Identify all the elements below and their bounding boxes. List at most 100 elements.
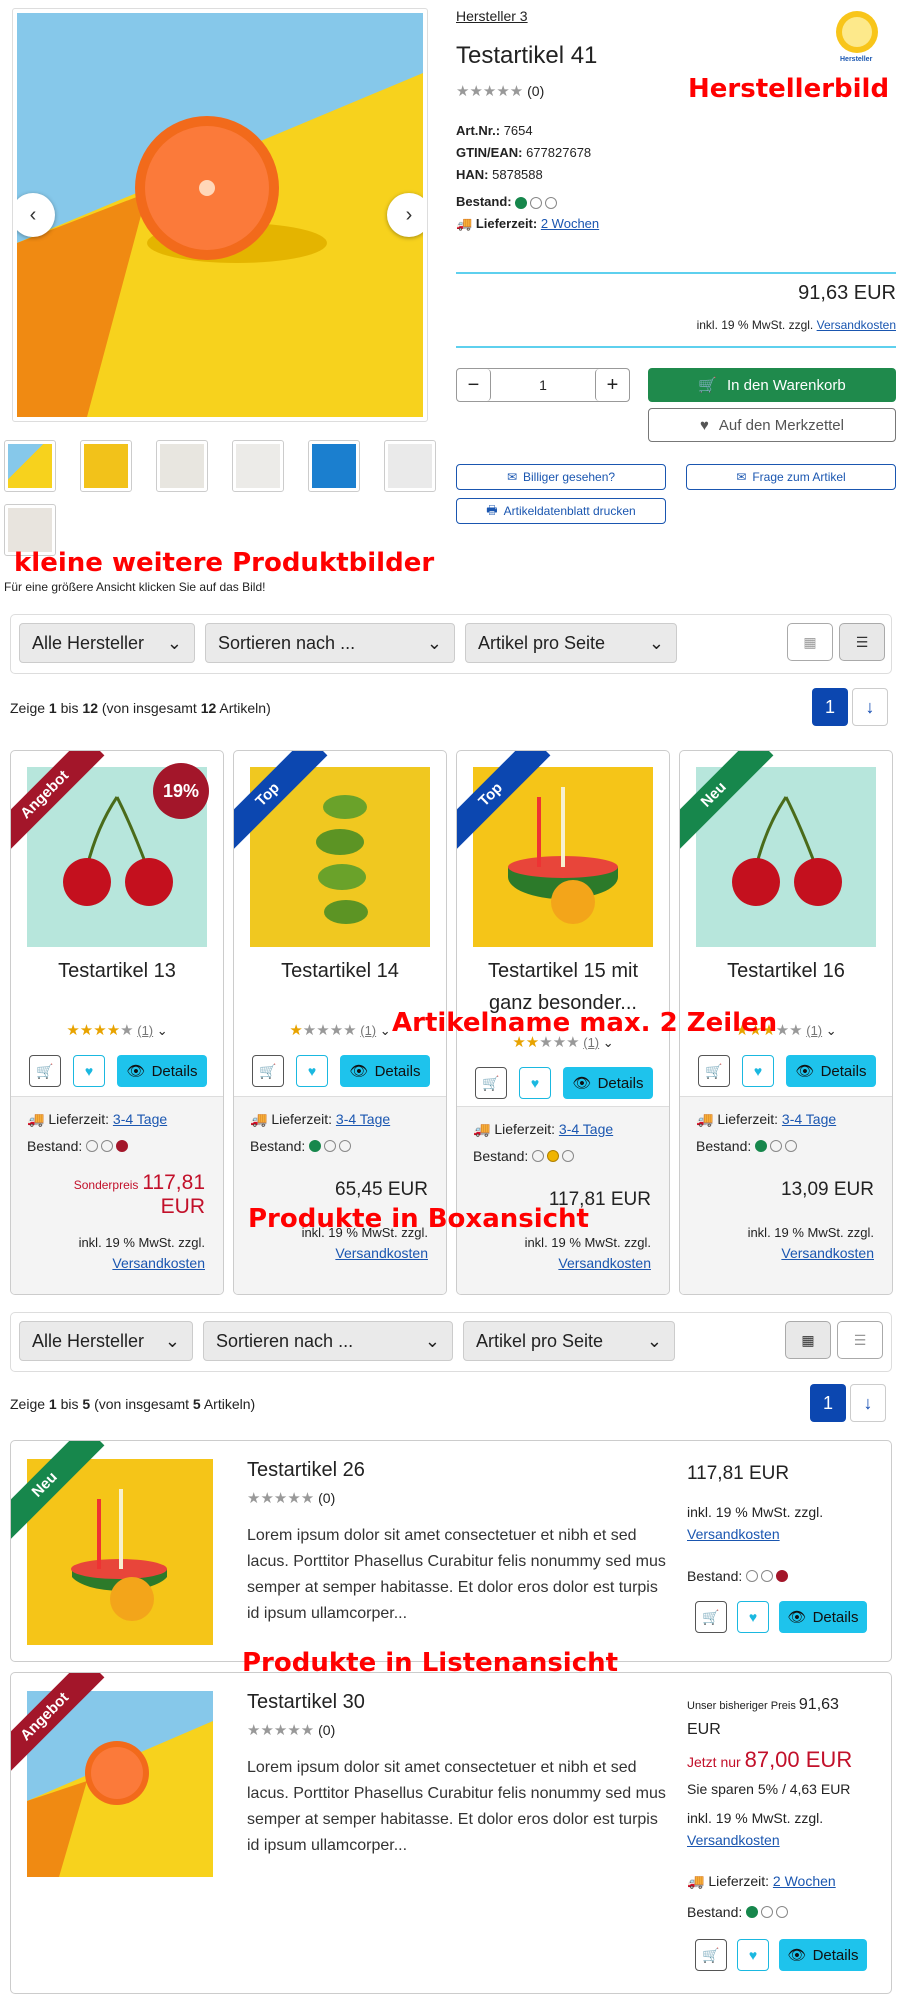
details-button[interactable]: 👁 Details xyxy=(779,1939,867,1971)
han: 5878588 xyxy=(492,167,543,182)
add-to-cart-button[interactable]: 🛒 xyxy=(475,1067,507,1099)
delivery-link[interactable]: 2 Wochen xyxy=(773,1873,836,1889)
chevron-down-icon[interactable]: ⌄ xyxy=(826,1023,837,1038)
delivery-link[interactable]: 2 Wochen xyxy=(541,216,599,231)
quantity-input[interactable]: 1 xyxy=(491,369,595,401)
details-button[interactable]: 👁 Details xyxy=(340,1055,430,1087)
delivery-link[interactable]: 3-4 Tage xyxy=(113,1111,167,1127)
truck-icon: 🚚 xyxy=(473,1121,491,1137)
rating-count[interactable]: (1) xyxy=(806,1023,822,1038)
product-name[interactable]: Testartikel 16 xyxy=(688,955,884,987)
thumbnail-6[interactable] xyxy=(384,440,436,492)
grid-view-button[interactable]: ▦ xyxy=(785,1321,831,1359)
thumbnail-2[interactable] xyxy=(80,440,132,492)
main-product-image[interactable]: ‹ › xyxy=(12,8,428,422)
wishlist-button[interactable]: ♥ xyxy=(73,1055,105,1087)
manufacturer-dropdown[interactable]: Alle Hersteller ⌄ xyxy=(19,1321,193,1361)
cheaper-seen-button[interactable]: ✉ Billiger gesehen? xyxy=(456,464,666,490)
wishlist-button[interactable]: ♥ xyxy=(519,1067,551,1099)
product-rating[interactable]: ★★★★★ (1) ⌄ xyxy=(11,1021,223,1039)
product-name[interactable]: Testartikel 14 xyxy=(242,955,438,987)
product-rating[interactable]: ★★★★★ (0) xyxy=(247,1489,335,1507)
annotation-name-lines: Artikelname max. 2 Zeilen xyxy=(392,1008,778,1038)
product-name[interactable]: Testartikel 30 xyxy=(247,1691,365,1714)
delivery-info: 🚚 Lieferzeit: 3-4 Tage xyxy=(250,1111,391,1127)
page-1-button[interactable]: 1 xyxy=(812,688,848,726)
page-1-button[interactable]: 1 xyxy=(810,1384,846,1422)
list-icon: ☰ xyxy=(853,1331,867,1348)
stock-indicator: Bestand: xyxy=(27,1137,131,1154)
delivery-link[interactable]: 3-4 Tage xyxy=(559,1121,613,1137)
increase-quantity-button[interactable]: + xyxy=(595,369,629,401)
shipping-link[interactable]: Versandkosten xyxy=(817,318,896,332)
sort-direction-button[interactable]: ↓ xyxy=(850,1384,886,1422)
product-name[interactable]: Testartikel 26 xyxy=(247,1459,365,1482)
gtin: 677827678 xyxy=(526,145,592,160)
shipping-link[interactable]: Versandkosten xyxy=(335,1245,428,1261)
shipping-link[interactable]: Versandkosten xyxy=(112,1255,205,1271)
thumbnail-4[interactable] xyxy=(232,440,284,492)
question-button[interactable]: ✉ Frage zum Artikel xyxy=(686,464,896,490)
add-to-cart-button[interactable]: 🛒 xyxy=(695,1601,727,1633)
thumbnail-1[interactable] xyxy=(4,440,56,492)
delivery-link[interactable]: 3-4 Tage xyxy=(782,1111,836,1127)
product-name[interactable]: Testartikel 13 xyxy=(19,955,215,987)
datasheet-print-button[interactable]: 🖶 Artikeldatenblatt drucken xyxy=(456,498,666,524)
product-title: Testartikel 41 xyxy=(456,42,598,69)
decrease-quantity-button[interactable]: − xyxy=(457,369,491,401)
delivery-link[interactable]: 3-4 Tage xyxy=(336,1111,390,1127)
sort-dropdown[interactable]: Sortieren nach ... ⌄ xyxy=(205,623,455,663)
product-meta: Art.Nr.: 7654 GTIN/EAN: 677827678 HAN: 5… xyxy=(456,123,592,182)
thumbnail-5[interactable] xyxy=(308,440,360,492)
details-button[interactable]: 👁 Details xyxy=(117,1055,207,1087)
cart-icon: 🛒 xyxy=(702,1946,720,1963)
manufacturer-dropdown[interactable]: Alle Hersteller ⌄ xyxy=(19,623,195,663)
product-rating[interactable]: ★★★★★ (0) xyxy=(247,1721,335,1739)
details-button[interactable]: 👁 Details xyxy=(563,1067,653,1099)
eye-icon: 👁 xyxy=(126,1063,146,1080)
per-page-dropdown[interactable]: Artikel pro Seite ⌄ xyxy=(463,1321,675,1361)
shipping-link[interactable]: Versandkosten xyxy=(687,1526,780,1542)
add-to-cart-button[interactable]: 🛒 xyxy=(29,1055,61,1087)
eye-icon: 👁 xyxy=(787,1947,807,1964)
details-button[interactable]: 👁 Details xyxy=(786,1055,876,1087)
shipping-link[interactable]: Versandkosten xyxy=(558,1255,651,1271)
wishlist-button[interactable]: ♥ xyxy=(742,1055,774,1087)
add-to-cart-button[interactable]: 🛒 In den Warenkorb xyxy=(648,368,896,402)
sort-dropdown[interactable]: Sortieren nach ... ⌄ xyxy=(203,1321,453,1361)
eye-icon: 👁 xyxy=(795,1063,815,1080)
list-view-button[interactable]: ☰ xyxy=(837,1321,883,1359)
arrow-down-icon: ↓ xyxy=(865,696,875,717)
wishlist-button[interactable]: ♥ xyxy=(296,1055,328,1087)
shipping-link[interactable]: Versandkosten xyxy=(781,1245,874,1261)
cart-icon: 🛒 xyxy=(705,1062,723,1079)
divider xyxy=(456,346,896,348)
rating-count[interactable]: (1) xyxy=(137,1023,153,1038)
manufacturer-link[interactable]: Hersteller 3 xyxy=(456,8,528,24)
rating-count[interactable]: (1) xyxy=(360,1023,376,1038)
list-view-button[interactable]: ☰ xyxy=(839,623,885,661)
add-to-cart-button[interactable]: 🛒 xyxy=(252,1055,284,1087)
eye-icon: 👁 xyxy=(349,1063,369,1080)
wishlist-button[interactable]: ♥ xyxy=(737,1939,769,1971)
product-card: Angebot 19% Testartikel 13 ★★★★★ (1) ⌄ 🛒… xyxy=(10,750,224,1295)
stock-indicator: Bestand: xyxy=(250,1137,354,1154)
list-item: Angebot Testartikel 30 ★★★★★ (0) Lorem i… xyxy=(10,1672,892,1994)
tax-note: inkl. 19 % MwSt. zzgl. Versandkosten xyxy=(687,1504,824,1542)
details-button[interactable]: 👁 Details xyxy=(779,1601,867,1633)
quantity-stepper[interactable]: − 1 + xyxy=(456,368,630,402)
product-rating[interactable]: ★★★★★ (0) xyxy=(456,82,544,100)
chevron-down-icon[interactable]: ⌄ xyxy=(380,1023,391,1038)
per-page-dropdown[interactable]: Artikel pro Seite ⌄ xyxy=(465,623,677,663)
next-image-button[interactable]: › xyxy=(387,193,423,237)
sort-direction-button[interactable]: ↓ xyxy=(852,688,888,726)
wishlist-button[interactable]: ♥ xyxy=(737,1601,769,1633)
chevron-down-icon[interactable]: ⌄ xyxy=(157,1023,168,1038)
product-price: 65,45 EUR xyxy=(335,1179,428,1200)
add-to-cart-button[interactable]: 🛒 xyxy=(698,1055,730,1087)
grid-view-button[interactable]: ▦ xyxy=(787,623,833,661)
add-to-wishlist-button[interactable]: ♥ Auf den Merkzettel xyxy=(648,408,896,442)
thumbnail-3[interactable] xyxy=(156,440,208,492)
add-to-cart-button[interactable]: 🛒 xyxy=(695,1939,727,1971)
shipping-link[interactable]: Versandkosten xyxy=(687,1832,780,1848)
